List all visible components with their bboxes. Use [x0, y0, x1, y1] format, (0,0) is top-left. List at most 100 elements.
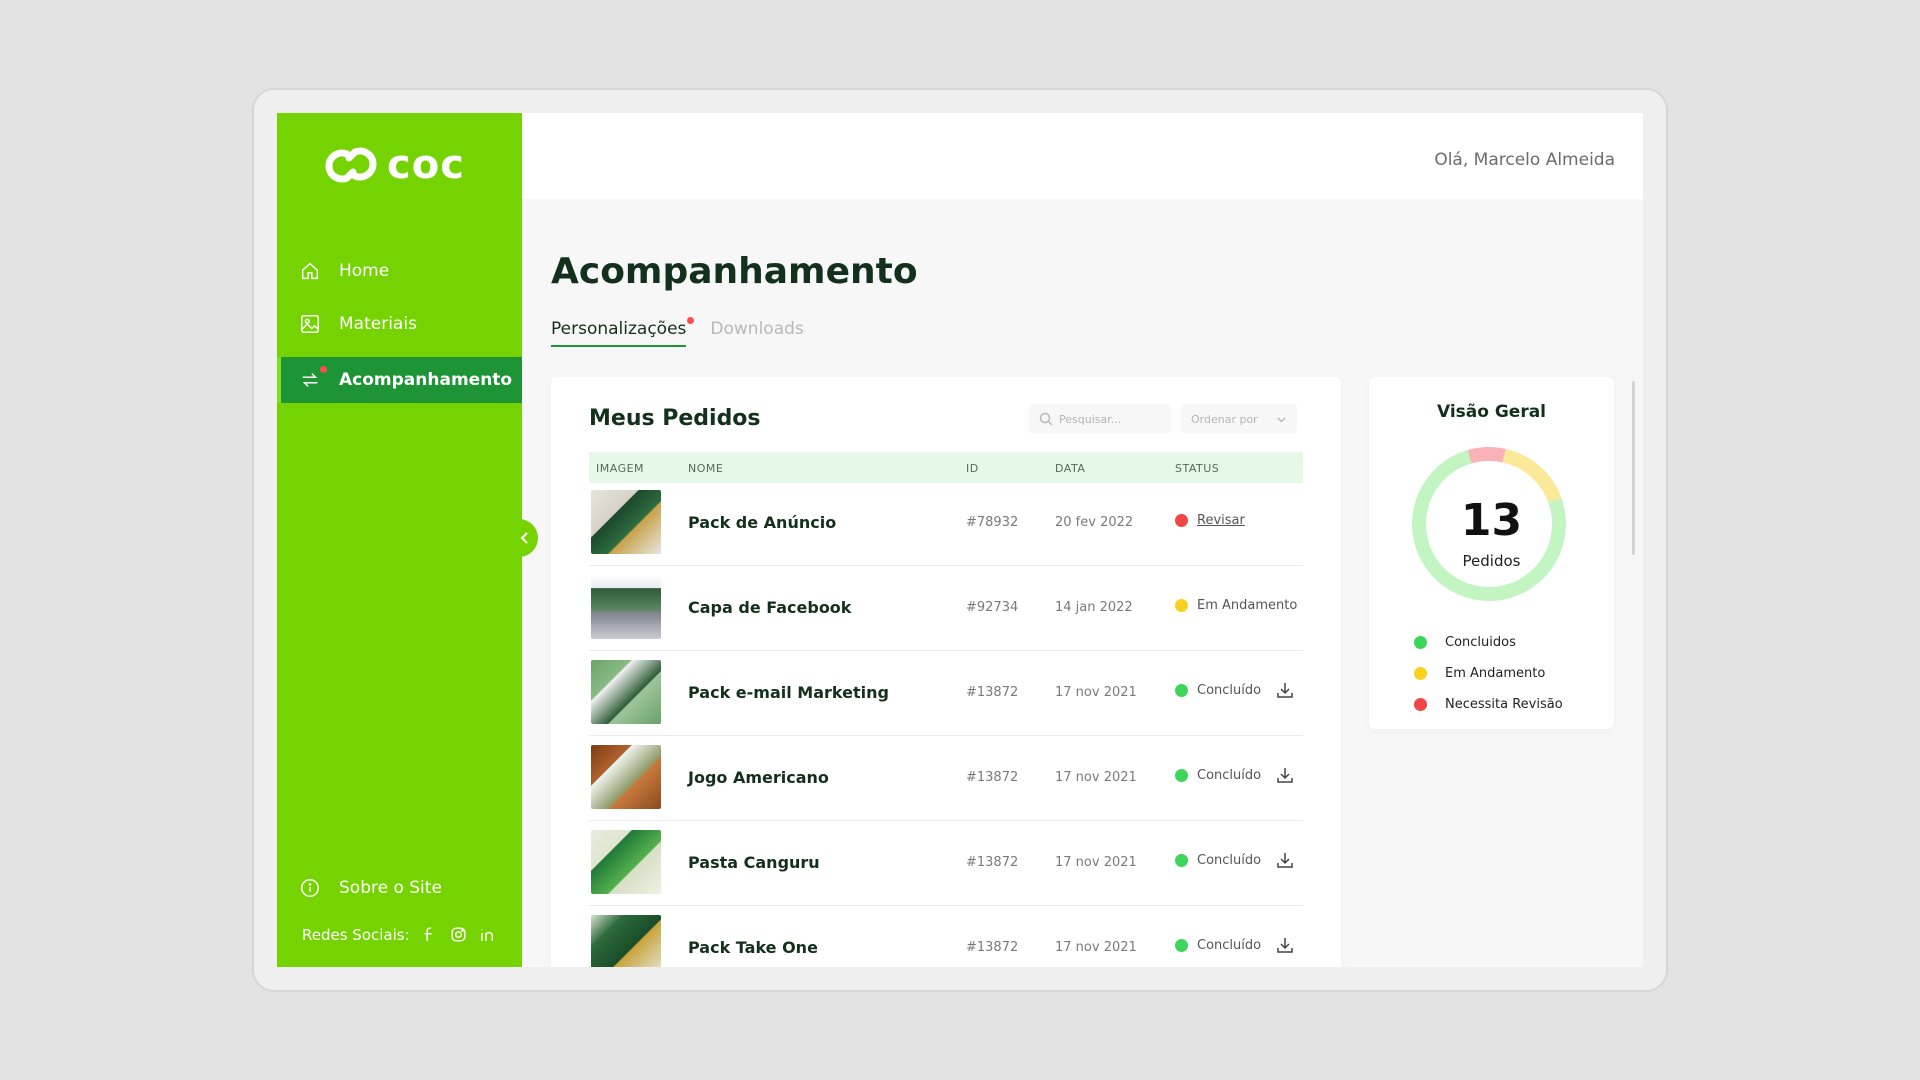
order-id: #13872 — [966, 685, 1019, 700]
order-name: Capa de Facebook — [688, 598, 852, 617]
order-date: 20 fev 2022 — [1055, 515, 1134, 530]
facebook-icon[interactable] — [420, 925, 439, 944]
order-thumbnail[interactable] — [591, 915, 661, 967]
orders-title: Meus Pedidos — [589, 406, 761, 431]
sidebar-item-label: Home — [339, 261, 390, 281]
status-label: Concluído — [1197, 938, 1262, 953]
order-thumbnail[interactable] — [591, 490, 661, 554]
status-dot — [1175, 684, 1188, 697]
logo-text: coc — [387, 142, 465, 188]
column-header-nome[interactable]: NOME — [688, 462, 723, 475]
user-greeting[interactable]: Olá, Marcelo Almeida — [1434, 150, 1615, 170]
legend-item: Necessita Revisão — [1414, 689, 1563, 720]
order-name: Jogo Americano — [688, 768, 829, 787]
table-row[interactable]: Pasta Canguru #13872 17 nov 2021 Concluído — [589, 823, 1303, 906]
order-status: Concluído — [1175, 853, 1261, 868]
sort-label: Ordenar por — [1191, 412, 1258, 426]
download-icon[interactable] — [1275, 850, 1295, 870]
status-dot — [1175, 939, 1188, 952]
chevron-down-icon — [1277, 417, 1286, 422]
brand-logo[interactable]: coc — [323, 137, 465, 193]
status-label: Concluído — [1197, 683, 1262, 698]
search-placeholder: Pesquisar... — [1059, 412, 1122, 426]
sidebar-item-label: Materiais — [339, 314, 417, 334]
column-header-data[interactable]: DATA — [1055, 462, 1085, 475]
order-status: Revisar — [1175, 513, 1245, 528]
order-status: Em Andamento — [1175, 598, 1297, 613]
order-status: Concluído — [1175, 768, 1261, 783]
image-icon — [301, 315, 319, 333]
app-window: coc Home Materiais Acompanhamento Sobre … — [277, 113, 1643, 967]
sidebar-item-materiais[interactable]: Materiais — [277, 301, 522, 347]
status-dot — [1175, 514, 1188, 527]
sidebar: coc Home Materiais Acompanhamento Sobre … — [277, 113, 522, 967]
order-name: Pasta Canguru — [688, 853, 820, 872]
table-row[interactable]: Pack Take One #13872 17 nov 2021 Concluído — [589, 908, 1303, 967]
order-thumbnail[interactable] — [591, 660, 661, 724]
overview-title: Visão Geral — [1436, 402, 1547, 422]
tab-personalizacoes[interactable]: Personalizações — [551, 317, 695, 347]
table-row[interactable]: Jogo Americano #13872 17 nov 2021 Concluído — [589, 738, 1303, 821]
status-label: Em Andamento — [1197, 598, 1298, 613]
order-date: 17 nov 2021 — [1055, 855, 1137, 870]
download-icon[interactable] — [1275, 935, 1295, 955]
scrollbar[interactable] — [1632, 381, 1635, 555]
search-input[interactable]: Pesquisar... — [1029, 404, 1171, 434]
order-thumbnail[interactable] — [591, 575, 661, 639]
linkedin-icon[interactable] — [478, 925, 497, 944]
notification-dot — [687, 317, 695, 324]
column-header-status[interactable]: STATUS — [1175, 462, 1219, 475]
order-id: #13872 — [966, 855, 1019, 870]
legend-label: Necessita Revisão — [1445, 697, 1563, 712]
sidebar-item-label: Sobre o Site — [339, 878, 442, 898]
status-label[interactable]: Revisar — [1197, 513, 1245, 528]
column-header-imagem[interactable]: IMAGEM — [596, 462, 644, 475]
order-status: Concluído — [1175, 938, 1261, 953]
legend-label: Em Andamento — [1445, 666, 1546, 681]
status-dot — [1175, 854, 1188, 867]
table-row[interactable]: Pack de Anúncio #78932 20 fev 2022 Revisar — [589, 483, 1303, 566]
order-date: 14 jan 2022 — [1055, 600, 1133, 615]
sort-dropdown[interactable]: Ordenar por — [1181, 404, 1297, 434]
info-icon — [301, 879, 319, 897]
chart-legend: Concluidos Em Andamento Necessita Revisão — [1414, 627, 1563, 720]
instagram-icon[interactable] — [449, 925, 468, 944]
status-label: Concluído — [1197, 853, 1262, 868]
order-id: #78932 — [966, 515, 1019, 530]
table-row[interactable]: Pack e-mail Marketing #13872 17 nov 2021 Co… — [589, 653, 1303, 736]
orders-total: 13 — [1460, 495, 1523, 546]
logo-mark-icon — [325, 147, 377, 183]
order-date: 17 nov 2021 — [1055, 685, 1137, 700]
status-label: Concluído — [1197, 768, 1262, 783]
sidebar-item-acompanhamento[interactable]: Acompanhamento — [277, 357, 522, 403]
sidebar-item-home[interactable]: Home — [277, 248, 522, 294]
home-icon — [301, 262, 319, 280]
sidebar-item-about[interactable]: Sobre o Site — [277, 865, 522, 911]
column-header-id[interactable]: ID — [966, 462, 979, 475]
legend-dot — [1414, 698, 1427, 711]
legend-item: Concluidos — [1414, 627, 1563, 658]
order-thumbnail[interactable] — [591, 745, 661, 809]
sidebar-item-label: Acompanhamento — [339, 370, 513, 390]
legend-dot — [1414, 636, 1427, 649]
chevron-left-icon — [520, 532, 528, 544]
order-id: #13872 — [966, 940, 1019, 955]
legend-label: Concluidos — [1445, 635, 1516, 650]
tab-downloads[interactable]: Downloads — [710, 319, 803, 347]
table-row[interactable]: Capa de Facebook #92734 14 jan 2022 Em Anda… — [589, 568, 1303, 651]
legend-item: Em Andamento — [1414, 658, 1563, 689]
download-icon[interactable] — [1275, 765, 1295, 785]
orders-card: Meus Pedidos Pesquisar... Ordenar por IM… — [551, 377, 1341, 967]
page-title: Acompanhamento — [551, 251, 918, 292]
status-dot — [1175, 599, 1188, 612]
legend-dot — [1414, 667, 1427, 680]
search-icon — [1039, 412, 1053, 426]
top-bar: Olá, Marcelo Almeida — [522, 113, 1643, 199]
tab-label: Personalizações — [551, 319, 687, 339]
download-icon[interactable] — [1275, 680, 1295, 700]
order-thumbnail[interactable] — [591, 830, 661, 894]
social-links: Redes Sociais: — [302, 925, 497, 944]
collapse-sidebar-button[interactable] — [506, 519, 538, 557]
status-dot — [1175, 769, 1188, 782]
social-label: Redes Sociais: — [302, 925, 410, 944]
